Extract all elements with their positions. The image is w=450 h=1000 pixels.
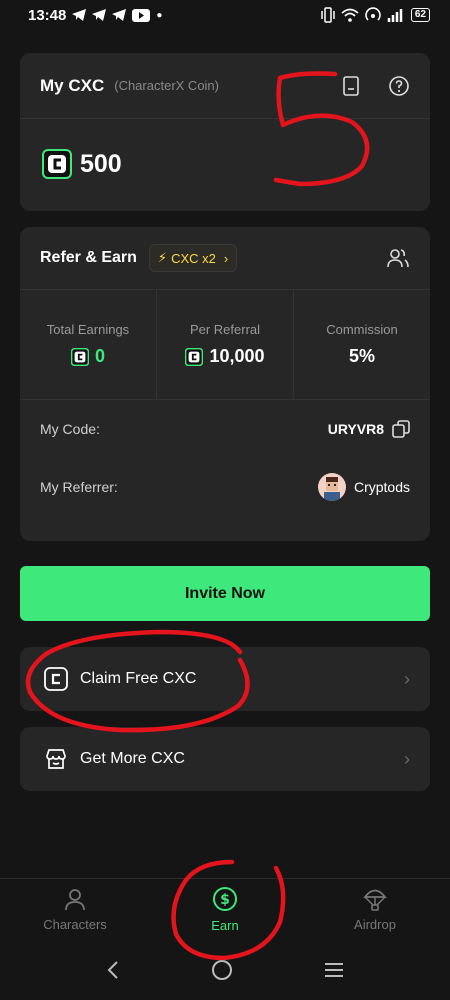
people-icon[interactable] (386, 247, 410, 269)
referrer-name: Cryptods (353, 479, 410, 495)
stat-label: Total Earnings (46, 322, 130, 337)
battery-indicator: 62 (410, 8, 430, 22)
my-code-label: My Code: (40, 421, 100, 437)
telegram-icon (92, 9, 107, 21)
refer-earn-card: Refer & Earn ⚡ CXC x2 › Total Earnings 0… (20, 227, 430, 541)
stat-value: 0 (94, 346, 105, 366)
my-referrer-row: My Referrer: Cryptods (20, 458, 430, 516)
referral-stats: Total Earnings 0 Per Referral 10,000 Com… (20, 290, 430, 400)
signal-icon (387, 9, 403, 22)
invite-now-button[interactable]: Invite Now (20, 566, 430, 621)
get-more-cxc-label: Get More CXC (80, 750, 185, 767)
my-code-row: My Code: URYVR8 (20, 400, 430, 458)
my-code-value: URYVR8 (327, 421, 384, 437)
nav-characters-label: Characters (43, 917, 107, 932)
status-bar: 13:48 ● 62 (0, 0, 450, 30)
nav-airdrop[interactable]: Airdrop (300, 879, 450, 940)
lightning-icon: ⚡ (157, 250, 168, 265)
stat-value: 5% (348, 346, 375, 366)
cxc-balance: 500 (80, 149, 122, 178)
nav-characters[interactable]: Characters (0, 879, 150, 940)
home-icon[interactable] (211, 959, 233, 981)
bonus-chip[interactable]: ⚡ CXC x2 › (148, 244, 238, 272)
telegram-icon (112, 9, 127, 21)
stat-total-earnings: Total Earnings 0 (20, 290, 157, 399)
chevron-right-icon: › (223, 250, 229, 266)
chevron-right-icon: › (404, 668, 410, 689)
ledger-icon[interactable] (342, 75, 360, 96)
cxc-coin-icon (42, 149, 72, 179)
my-cxc-title: My CXC (40, 75, 105, 95)
stat-value: 10,000 (209, 346, 265, 366)
wifi-icon (341, 8, 359, 22)
svg-text:$: $ (220, 892, 230, 908)
bottom-nav: Characters $ Earn Airdrop (0, 878, 450, 940)
person-icon (65, 889, 85, 911)
nav-airdrop-label: Airdrop (354, 917, 396, 932)
status-time: 13:48 (28, 6, 67, 24)
youtube-icon (132, 8, 151, 22)
avatar (317, 473, 346, 501)
get-more-cxc-item[interactable]: Get More CXC › (20, 727, 430, 791)
claim-free-cxc-item[interactable]: Claim Free CXC › (20, 647, 430, 711)
help-circle-icon[interactable] (388, 75, 410, 97)
cxc-coin-icon (185, 347, 204, 366)
parachute-icon (363, 889, 387, 911)
stat-label: Commission (326, 322, 398, 337)
stat-commission: Commission 5% (294, 290, 430, 399)
hotspot-icon (365, 7, 381, 21)
bonus-label: CXC x2 (171, 250, 216, 266)
my-referrer-label: My Referrer: (40, 479, 118, 495)
telegram-icon (72, 9, 87, 21)
copy-icon[interactable] (392, 420, 410, 438)
stat-per-referral: Per Referral 10,000 (157, 290, 294, 399)
my-cxc-subtitle: (CharacterX Coin) (114, 78, 219, 93)
claim-free-cxc-label: Claim Free CXC (80, 670, 197, 687)
refer-title: Refer & Earn (40, 249, 137, 266)
cxc-coin-outline-icon (44, 667, 68, 691)
nav-earn[interactable]: $ Earn (150, 879, 300, 940)
chevron-right-icon: › (404, 748, 410, 769)
back-icon[interactable] (105, 960, 121, 980)
dollar-circle-icon: $ (213, 887, 237, 911)
recents-icon[interactable] (323, 961, 345, 979)
store-icon (46, 749, 66, 769)
my-cxc-card: My CXC (CharacterX Coin) 500 (20, 53, 430, 211)
system-nav-bar (0, 940, 450, 1000)
more-dot-icon: ● (156, 9, 163, 21)
nav-earn-label: Earn (211, 918, 239, 933)
stat-label: Per Referral (189, 322, 261, 337)
cxc-coin-icon (70, 347, 89, 366)
vibrate-icon (321, 7, 335, 23)
